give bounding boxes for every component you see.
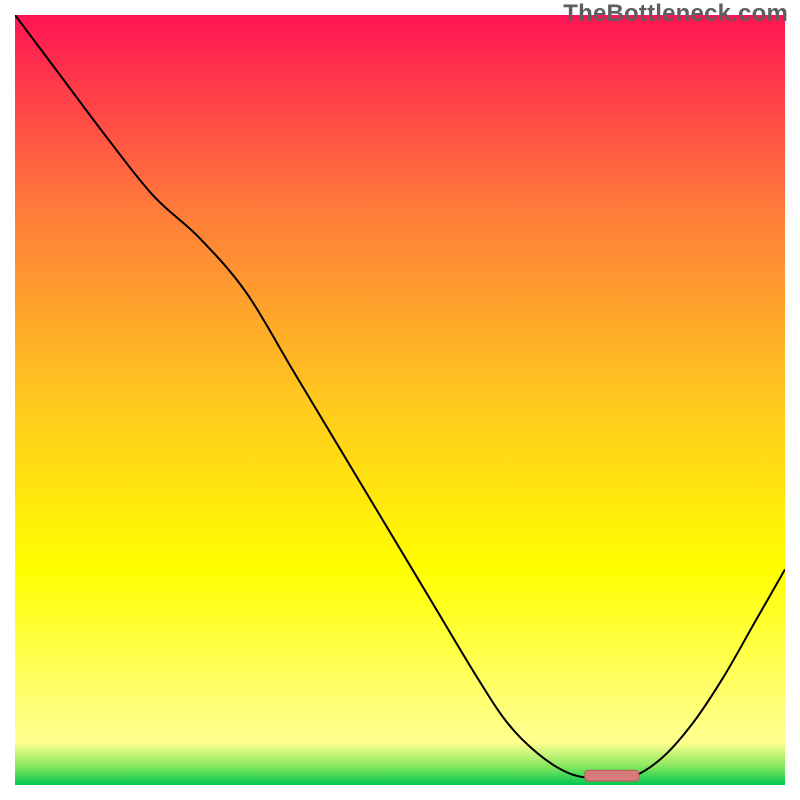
gradient-background — [15, 15, 785, 785]
chart-canvas: TheBottleneck.com — [0, 0, 800, 800]
chart-svg — [15, 15, 785, 785]
optimum-marker — [585, 770, 639, 781]
watermark-text: TheBottleneck.com — [563, 0, 788, 28]
plot-area — [15, 15, 785, 785]
